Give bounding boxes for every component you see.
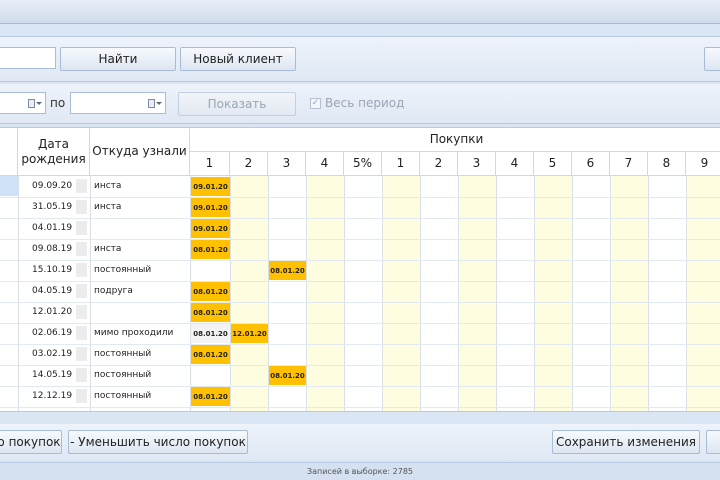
add-purchases-button[interactable]: о покупок bbox=[0, 430, 62, 454]
table-row-line bbox=[0, 365, 720, 366]
table-row-line bbox=[0, 302, 720, 303]
whole-period-checkbox[interactable]: ✓ Весь период bbox=[310, 96, 404, 110]
redacted-year-mask bbox=[76, 284, 87, 298]
selected-row-marker bbox=[0, 176, 18, 196]
purchase-date-badge[interactable]: 08.01.20 bbox=[191, 324, 230, 343]
purchase-date-badge[interactable]: 08.01.20 bbox=[191, 303, 230, 322]
header-purchase-7[interactable]: 2 bbox=[420, 152, 458, 176]
header-purchase-3[interactable]: 3 bbox=[268, 152, 306, 176]
redacted-year-mask bbox=[76, 368, 87, 382]
birthdate-cell[interactable]: 12.01.20 bbox=[32, 307, 72, 317]
birthdate-cell[interactable]: 12.12.19 bbox=[32, 391, 72, 401]
to-label: по bbox=[50, 96, 66, 110]
purchase-date-badge[interactable]: 09.01.20 bbox=[191, 198, 230, 217]
save-changes-button[interactable]: Сохранить изменения bbox=[552, 430, 700, 454]
birthdate-cell[interactable]: 09.09.20 bbox=[32, 181, 72, 191]
period-toolbar: по Показать ✓ Весь период bbox=[0, 84, 720, 124]
birthdate-cell[interactable]: 04.01.19 bbox=[32, 223, 72, 233]
header-purchase-13[interactable]: 8 bbox=[648, 152, 686, 176]
window-titlebar bbox=[0, 0, 720, 24]
source-cell[interactable]: инста bbox=[94, 181, 121, 191]
table-row-line bbox=[0, 344, 720, 345]
header-purchase-8[interactable]: 3 bbox=[458, 152, 496, 176]
birthdate-cell[interactable]: 31.05.19 bbox=[32, 202, 72, 212]
birthdate-cell[interactable]: 03.02.19 bbox=[32, 349, 72, 359]
purchase-date-badge[interactable]: 08.01.20 bbox=[191, 240, 230, 259]
header-purchases[interactable]: Покупки bbox=[190, 128, 720, 152]
table-row-line bbox=[0, 218, 720, 219]
redacted-year-mask bbox=[76, 305, 87, 319]
table-row-line bbox=[0, 281, 720, 282]
header-purchase-12[interactable]: 7 bbox=[610, 152, 648, 176]
bottom-toolbar: о покупок - Уменьшить число покупок Сохр… bbox=[0, 424, 720, 460]
source-cell[interactable]: постоянный bbox=[94, 349, 151, 359]
reduce-purchases-button[interactable]: - Уменьшить число покупок bbox=[68, 430, 248, 454]
header-purchase-11[interactable]: 6 bbox=[572, 152, 610, 176]
birthdate-cell[interactable]: 15.10.19 bbox=[32, 265, 72, 275]
table-row-line bbox=[0, 323, 720, 324]
header-purchase-6[interactable]: 1 bbox=[382, 152, 420, 176]
header-purchase-10[interactable]: 5 bbox=[534, 152, 572, 176]
redacted-year-mask bbox=[76, 242, 87, 256]
header-birthdate[interactable]: Дата рождения bbox=[18, 128, 90, 176]
redacted-year-mask bbox=[76, 179, 87, 193]
source-cell[interactable]: постоянный bbox=[94, 370, 151, 380]
header-cropped bbox=[0, 128, 18, 176]
purchase-date-badge[interactable]: 12.01.20 bbox=[231, 324, 268, 343]
redacted-year-mask bbox=[76, 221, 87, 235]
clients-grid: Дата рождения Откуда узнали Покупки 1 2 3 4 5% 1… bbox=[0, 127, 720, 412]
header-source[interactable]: Откуда узнали bbox=[90, 128, 190, 176]
toolbar-edge-button[interactable] bbox=[704, 47, 720, 71]
bottom-edge-button[interactable] bbox=[706, 430, 720, 454]
source-cell[interactable]: мимо проходили bbox=[94, 328, 173, 338]
source-cell[interactable]: постоянный bbox=[94, 265, 151, 275]
whole-period-label: Весь период bbox=[325, 96, 405, 110]
redacted-year-mask bbox=[76, 347, 87, 361]
search-toolbar: Найти Новый клиент bbox=[0, 36, 720, 82]
purchase-date-badge[interactable]: 09.01.20 bbox=[191, 177, 230, 196]
purchase-date-badge[interactable]: 08.01.20 bbox=[191, 282, 230, 301]
purchase-date-badge[interactable]: 08.01.20 bbox=[269, 366, 306, 385]
purchase-date-badge[interactable]: 09.01.20 bbox=[191, 219, 230, 238]
birthdate-cell[interactable]: 04.05.19 bbox=[32, 286, 72, 296]
date-from-input[interactable] bbox=[0, 92, 46, 114]
status-bar: Записей в выборке: 2785 bbox=[0, 462, 720, 480]
header-purchase-4[interactable]: 4 bbox=[306, 152, 344, 176]
calendar-dropdown-icon[interactable] bbox=[148, 97, 162, 109]
header-purchase-1[interactable]: 1 bbox=[190, 152, 230, 176]
redacted-year-mask bbox=[76, 200, 87, 214]
birthdate-cell[interactable]: 02.06.19 bbox=[32, 328, 72, 338]
source-cell[interactable]: подруга bbox=[94, 286, 133, 296]
header-purchase-9[interactable]: 4 bbox=[496, 152, 534, 176]
table-row-line bbox=[0, 260, 720, 261]
redacted-year-mask bbox=[76, 326, 87, 340]
table-row-line bbox=[0, 239, 720, 240]
header-purchase-14[interactable]: 9 bbox=[686, 152, 720, 176]
records-count: Записей в выборке: 2785 bbox=[306, 467, 414, 476]
search-input[interactable] bbox=[0, 47, 56, 69]
birthdate-cell[interactable]: 09.08.19 bbox=[32, 244, 72, 254]
show-button[interactable]: Показать bbox=[178, 92, 296, 116]
source-cell[interactable]: инста bbox=[94, 244, 121, 254]
header-purchase-5[interactable]: 5% bbox=[344, 152, 382, 176]
table-row-line bbox=[0, 407, 720, 408]
redacted-year-mask bbox=[76, 389, 87, 403]
date-to-input[interactable] bbox=[70, 92, 166, 114]
new-client-button[interactable]: Новый клиент bbox=[180, 47, 296, 71]
redacted-year-mask bbox=[76, 263, 87, 277]
header-purchase-2[interactable]: 2 bbox=[230, 152, 268, 176]
source-cell[interactable]: инста bbox=[94, 202, 121, 212]
table-row-line bbox=[0, 197, 720, 198]
purchase-date-badge[interactable]: 08.01.20 bbox=[269, 261, 306, 280]
birthdate-cell[interactable]: 14.05.19 bbox=[32, 370, 72, 380]
purchase-date-badge[interactable]: 08.01.20 bbox=[191, 345, 230, 364]
table-row-line bbox=[0, 386, 720, 387]
source-cell[interactable]: постоянный bbox=[94, 391, 151, 401]
check-icon: ✓ bbox=[310, 97, 321, 109]
calendar-dropdown-icon[interactable] bbox=[28, 97, 42, 109]
find-button[interactable]: Найти bbox=[60, 47, 176, 71]
purchase-date-badge[interactable]: 08.01.20 bbox=[191, 387, 230, 406]
